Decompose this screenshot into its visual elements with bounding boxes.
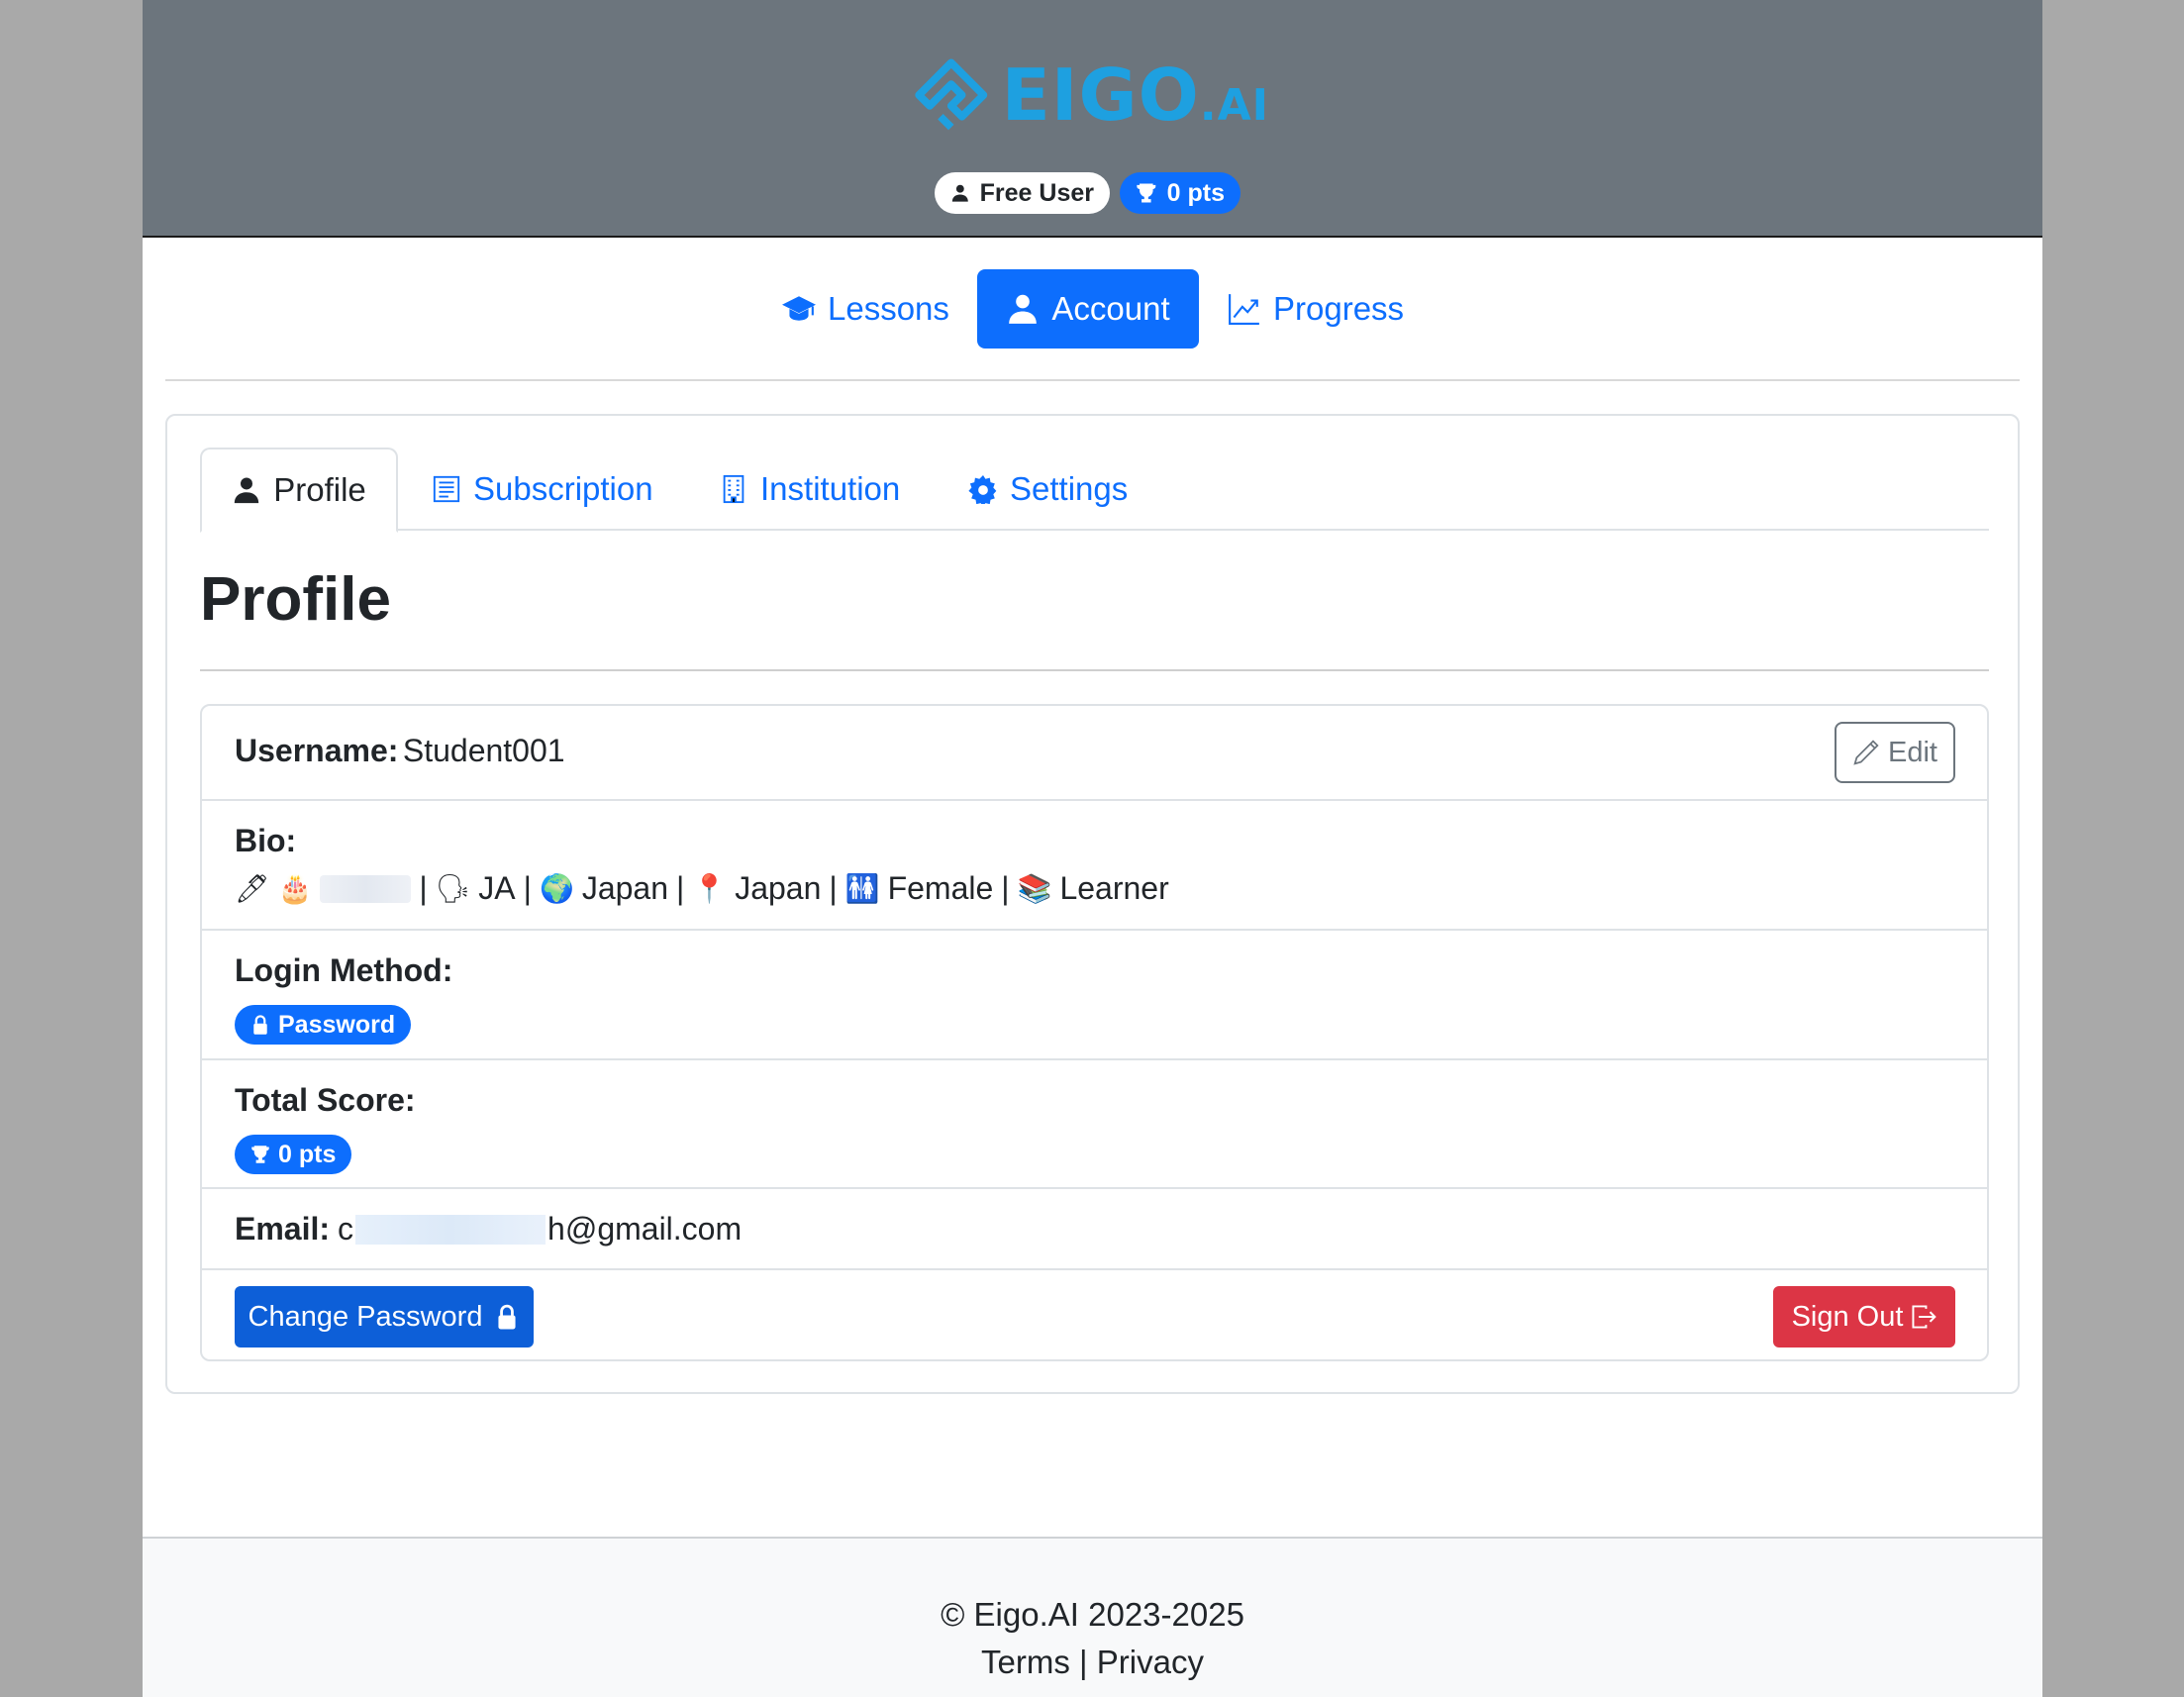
bio-text: 🖊 🎂 | 🗣 JA | 🌍 Japan | 📍 Japan | 🚻 Femal… [235,870,1169,907]
header: EIGO.AI Free User 0 pts [143,0,2042,238]
bio-separator: | [1001,870,1010,906]
login-method-row: Login Method: Password [202,931,1987,1060]
restroom-emoji-icon: 🚻 [844,872,880,904]
pencil-emoji-icon: 🖊 [235,872,270,904]
points-label: 0 pts [1166,178,1225,207]
bio-separator: | [829,870,838,906]
nav-lessons-label: Lessons [828,290,949,327]
bio-role: Learner [1059,870,1169,906]
bio-location: Japan [735,870,822,906]
gear-icon [968,474,997,504]
profile-list: Username: Student001 Edit Bio: 🖊 🎂 | 🗣 J… [200,704,1989,1361]
logo-mark-icon [915,58,988,131]
tab-settings[interactable]: Settings [968,448,1128,531]
nav-divider [165,379,2020,381]
nav-lessons[interactable]: Lessons [782,269,949,349]
edit-button[interactable]: Edit [1835,722,1955,783]
account-card: Profile Subscription Institution Setting… [165,414,2020,1394]
trophy-icon [251,1146,269,1163]
tab-institution-label: Institution [760,470,901,507]
redacted-email [355,1214,546,1245]
copyright-text: © Eigo.AI 2023-2025 [941,1596,1244,1633]
bio-separator: | [523,870,532,906]
building-icon [723,474,745,504]
tab-settings-label: Settings [1010,470,1129,507]
page: EIGO.AI Free User 0 pts Lessons Account … [143,0,2042,1697]
username-row: Username: Student001 Edit [202,706,1987,801]
speaking-head-emoji-icon: 🗣 [435,872,471,904]
login-method-badge: Password [235,1005,412,1045]
nav-account[interactable]: Account [977,269,1199,349]
user-type-badge: Free User [935,172,1110,214]
total-score-value: 0 pts [278,1140,337,1168]
total-score-row: Total Score: 0 pts [202,1060,1987,1189]
user-type-label: Free User [979,178,1094,207]
sign-out-icon [1912,1305,1937,1329]
tab-profile[interactable]: Profile [200,448,398,533]
person-icon [951,184,968,202]
actions-row: Change Password Sign Out [202,1270,1987,1361]
change-password-label: Change Password [248,1300,483,1333]
email-label: Email: [235,1211,331,1247]
nav-progress-label: Progress [1273,290,1405,327]
email-row: Email: c h@gmail.com [202,1189,1987,1270]
bio-gender: Female [887,870,994,906]
change-password-button[interactable]: Change Password [235,1286,534,1348]
lock-icon [253,1015,267,1035]
email-prefix: c [338,1211,354,1247]
nav-progress[interactable]: Progress [1228,269,1404,349]
tab-subscription-label: Subscription [473,470,653,507]
bio-row: Bio: 🖊 🎂 | 🗣 JA | 🌍 Japan | 📍 Japan | 🚻 [202,801,1987,931]
chart-line-icon [1229,294,1259,325]
bio-label: Bio: [235,823,297,858]
total-score-badge: 0 pts [235,1135,352,1174]
books-emoji-icon: 📚 [1017,872,1052,904]
terms-link[interactable]: Terms [981,1644,1070,1680]
graduation-cap-icon [782,296,816,321]
footer-links: Terms | Privacy [143,1644,2042,1681]
cake-emoji-icon: 🎂 [277,872,313,904]
bio-separator: | [676,870,685,906]
login-method-value: Password [278,1010,396,1039]
points-badge: 0 pts [1120,172,1241,214]
logo[interactable]: EIGO.AI [913,42,1269,149]
tab-institution[interactable]: Institution [719,448,900,531]
bio-country: Japan [581,870,668,906]
footer-separator: | [1079,1644,1088,1680]
account-tabs: Profile Subscription Institution Setting… [200,448,1989,533]
person-icon [1009,294,1038,324]
pencil-icon [1853,740,1879,765]
receipt-icon [433,475,460,503]
globe-emoji-icon: 🌍 [539,872,574,904]
total-score-label: Total Score: [235,1082,416,1118]
lock-icon [498,1304,517,1330]
edit-label: Edit [1888,736,1937,768]
sign-out-button[interactable]: Sign Out [1773,1286,1955,1348]
username-label: Username: [235,733,399,768]
bio-separator: | [419,870,428,906]
username-value: Student001 [402,733,565,768]
privacy-link[interactable]: Privacy [1097,1644,1204,1680]
person-icon [235,477,259,504]
bio-language: JA [478,870,516,906]
pin-emoji-icon: 📍 [692,872,728,904]
title-divider [200,669,1989,671]
page-title: Profile [200,565,391,634]
sign-out-label: Sign Out [1791,1300,1904,1333]
redacted-birthday [320,874,412,903]
trophy-icon [1137,183,1156,203]
tab-subscription[interactable]: Subscription [432,448,653,531]
footer: © Eigo.AI 2023-2025 Terms | Privacy [143,1537,2042,1697]
email-suffix: h@gmail.com [547,1211,743,1247]
logo-text: EIGO.AI [1001,53,1269,137]
login-method-label: Login Method: [235,952,453,988]
tab-profile-label: Profile [273,471,366,508]
nav-account-label: Account [1051,290,1170,327]
